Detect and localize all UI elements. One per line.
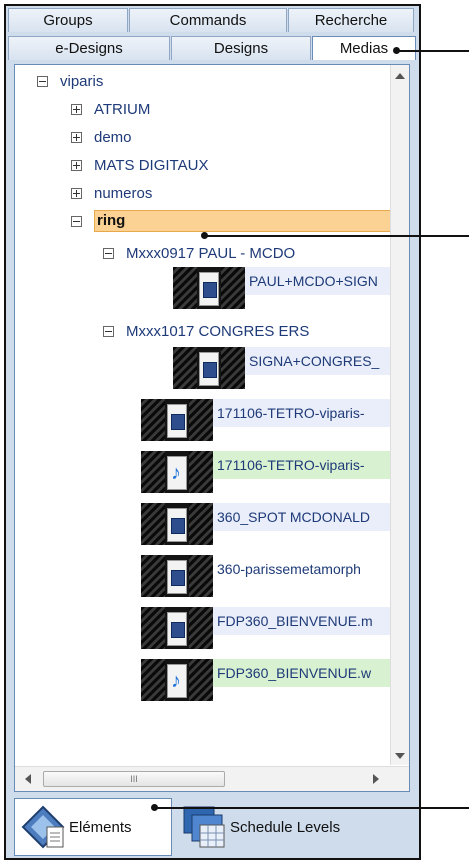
tree-node-folder[interactable]: demo	[71, 125, 132, 149]
expand-icon[interactable]	[71, 131, 82, 143]
expand-icon[interactable]	[71, 103, 82, 115]
video-thumbnail	[173, 267, 245, 309]
tab-label: Eléments	[69, 818, 132, 836]
media-item-label: SIGNA+CONGRES_	[245, 347, 409, 375]
tab-medias[interactable]: Medias	[312, 36, 416, 60]
video-file-icon	[167, 560, 187, 594]
tree-node-folder[interactable]: numeros	[71, 181, 152, 205]
expand-icon[interactable]	[71, 187, 82, 199]
tab-designs[interactable]: Designs	[171, 36, 311, 60]
elements-icon	[19, 803, 67, 851]
callout-line-ring	[205, 235, 469, 237]
video-thumbnail	[141, 555, 213, 597]
video-file-icon	[167, 404, 187, 438]
tab-commands[interactable]: Commands	[129, 8, 287, 32]
video-file-icon	[199, 352, 219, 386]
media-item-label: 360_SPOT MCDONALD	[213, 503, 393, 531]
media-item[interactable]: 171106-TETRO-viparis-	[141, 399, 393, 443]
tree-node-label: ATRIUM	[94, 100, 151, 118]
audio-file-icon: ♪	[167, 456, 187, 490]
media-item[interactable]: FDP360_BIENVENUE.m	[141, 607, 393, 651]
tree-node-folder[interactable]: ATRIUM	[71, 97, 150, 121]
media-item[interactable]: ♪ 171106-TETRO-viparis-	[141, 451, 393, 495]
expand-icon[interactable]	[71, 159, 82, 171]
collapse-icon[interactable]	[103, 325, 114, 337]
video-thumbnail	[141, 607, 213, 649]
audio-thumbnail: ♪	[141, 659, 213, 701]
media-item-label: FDP360_BIENVENUE.w	[213, 659, 393, 687]
scroll-right-icon[interactable]	[373, 774, 379, 784]
video-thumbnail	[141, 399, 213, 441]
tree-node-label: Mxxx0917 PAUL - MCDO	[126, 244, 296, 262]
tab-recherche[interactable]: Recherche	[288, 8, 414, 32]
video-file-icon	[167, 508, 187, 542]
scroll-thumb[interactable]: III	[43, 771, 225, 787]
horizontal-scrollbar[interactable]: III	[15, 766, 409, 791]
collapse-icon[interactable]	[103, 247, 114, 259]
tree-node-subfolder[interactable]: Mxxx1017 CONGRES ERS	[103, 319, 309, 343]
video-file-icon	[167, 612, 187, 646]
tab-elements[interactable]: Eléments	[14, 798, 172, 856]
media-item[interactable]: 360_SPOT MCDONALD	[141, 503, 393, 547]
tree-node-subfolder[interactable]: Mxxx0917 PAUL - MCDO	[103, 241, 295, 265]
tree-node-folder[interactable]: MATS DIGITAUX	[71, 153, 208, 177]
media-tree[interactable]: viparis ATRIUM demo MATS DIGITAUX numero…	[14, 64, 410, 792]
callout-line-elements	[155, 807, 469, 809]
media-item[interactable]: 360-parissemetamorph	[141, 555, 393, 599]
media-item-label: 171106-TETRO-viparis-	[213, 451, 393, 479]
tree-node-label: numeros	[94, 184, 153, 202]
audio-thumbnail: ♪	[141, 451, 213, 493]
media-item[interactable]: ♪ FDP360_BIENVENUE.w	[141, 659, 393, 703]
tab-row-bottom: e-Designs Designs Medias	[8, 36, 417, 60]
tree-node-viparis[interactable]: viparis	[37, 69, 103, 93]
scroll-left-icon[interactable]	[25, 774, 31, 784]
media-item[interactable]: PAUL+MCDO+SIGN	[173, 267, 409, 311]
scroll-up-icon[interactable]	[395, 73, 405, 79]
tab-e-designs[interactable]: e-Designs	[8, 36, 170, 60]
selected-node-label: ring	[94, 210, 407, 232]
collapse-icon[interactable]	[71, 215, 82, 227]
vertical-scrollbar[interactable]	[390, 65, 409, 765]
callout-line-medias	[397, 50, 469, 52]
collapse-icon[interactable]	[37, 75, 48, 87]
tab-label: Schedule Levels	[230, 818, 341, 836]
scroll-down-icon[interactable]	[395, 753, 405, 759]
tab-row-top: Groups Commands Recherche	[8, 8, 415, 32]
video-thumbnail	[173, 347, 245, 389]
media-item-label: PAUL+MCDO+SIGN	[245, 267, 409, 295]
schedule-levels-icon	[180, 803, 228, 851]
tab-groups[interactable]: Groups	[8, 8, 128, 32]
media-panel: Groups Commands Recherche e-Designs Desi…	[4, 4, 421, 860]
tree-node-ring[interactable]: ring	[71, 209, 407, 233]
tree-node-label: viparis	[60, 72, 104, 90]
media-item-label: 171106-TETRO-viparis-	[213, 399, 393, 427]
tree-node-label: Mxxx1017 CONGRES ERS	[126, 322, 310, 340]
video-file-icon	[199, 272, 219, 306]
video-thumbnail	[141, 503, 213, 545]
media-item[interactable]: SIGNA+CONGRES_	[173, 347, 409, 391]
audio-file-icon: ♪	[167, 664, 187, 698]
media-item-label: 360-parissemetamorph	[213, 555, 393, 583]
tree-node-label: MATS DIGITAUX	[94, 156, 209, 174]
tree-node-label: demo	[94, 128, 132, 146]
media-item-label: FDP360_BIENVENUE.m	[213, 607, 393, 635]
